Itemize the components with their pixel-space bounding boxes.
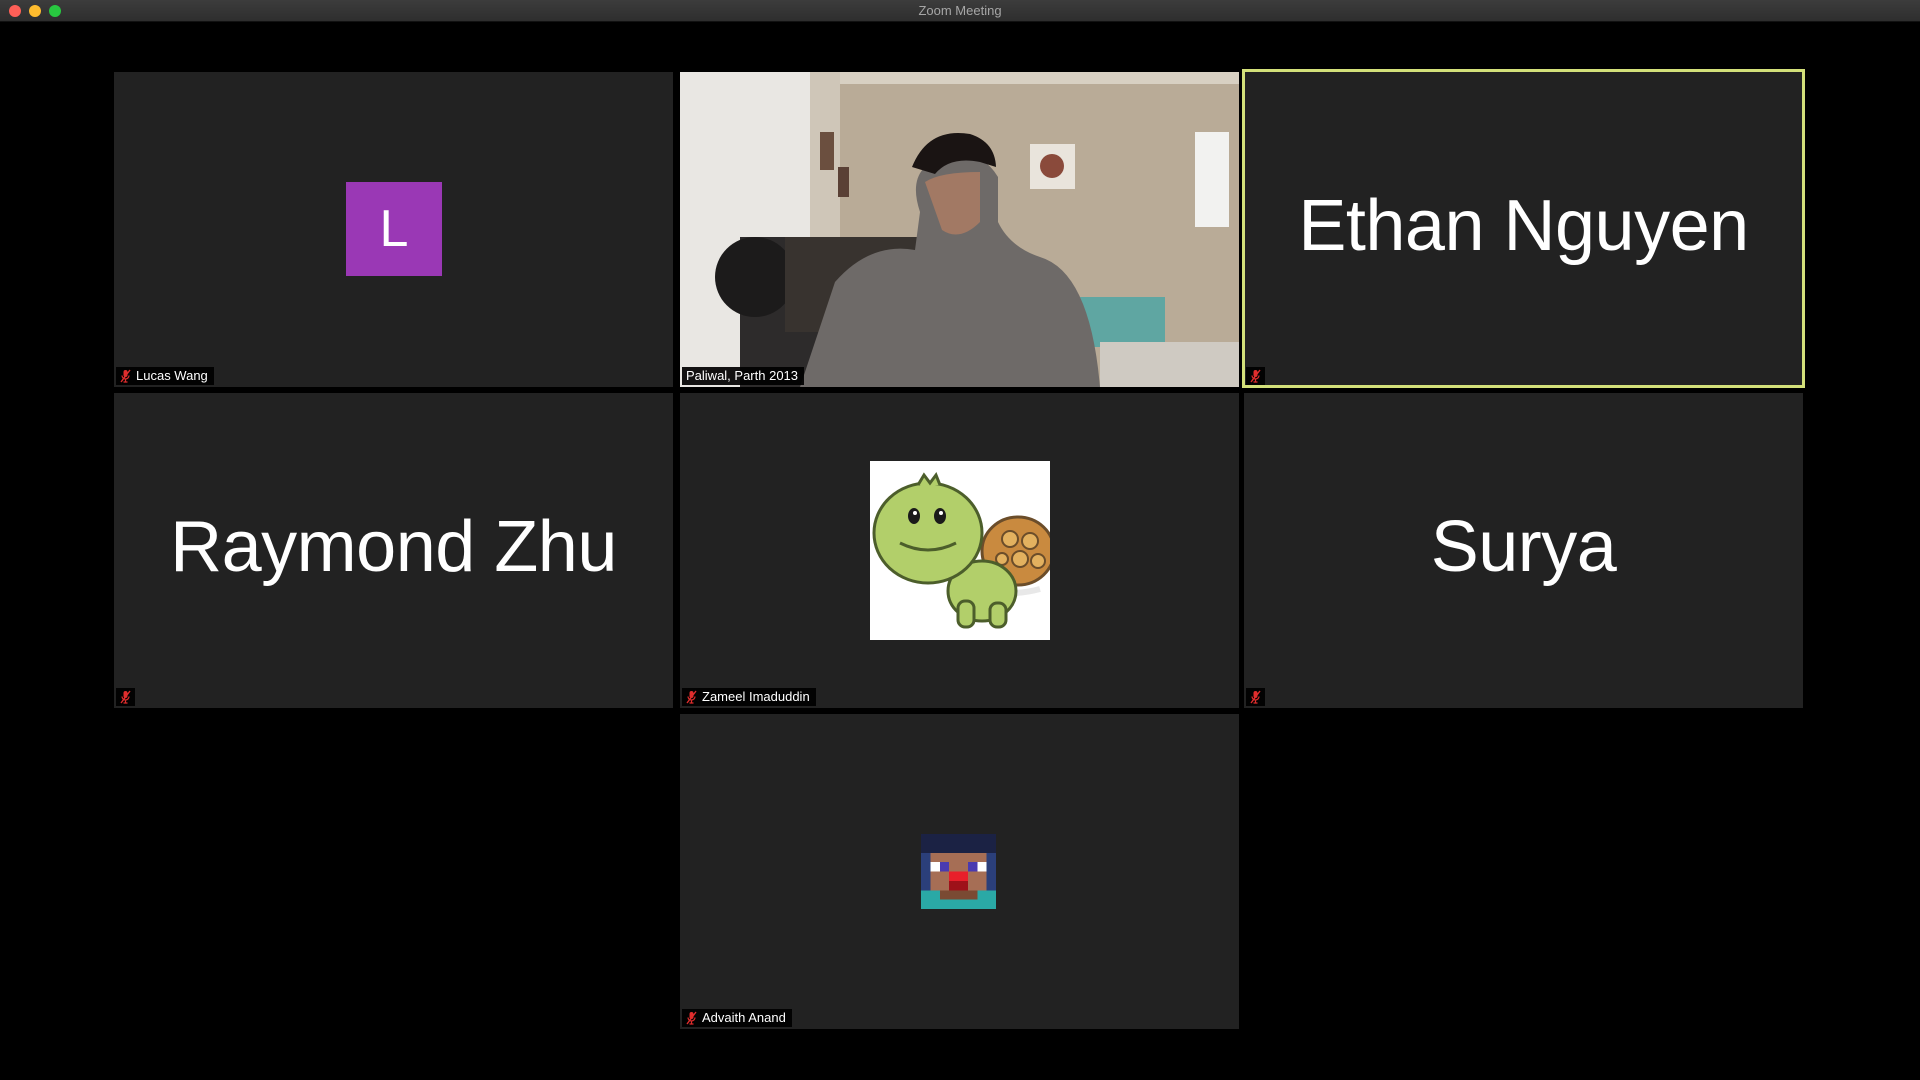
participant-name: Paliwal, Parth 2013 (686, 368, 799, 383)
muted-mic-icon (120, 690, 131, 704)
participant-name: Lucas Wang (136, 368, 208, 383)
muted-mic-icon (686, 1011, 697, 1025)
participant-tile-ethan-nguyen[interactable]: Ethan Nguyen (1244, 72, 1803, 387)
minecraft-head-icon (921, 834, 996, 909)
avatar: L (346, 182, 442, 276)
name-tag: Zameel Imaduddin (682, 688, 816, 706)
participant-display-name: Raymond Zhu (170, 506, 617, 587)
name-tag (1246, 367, 1265, 385)
name-tag (1246, 688, 1265, 706)
profile-picture (921, 834, 996, 909)
window-title: Zoom Meeting (918, 3, 1002, 18)
turtle-icon (872, 471, 1056, 629)
participant-tile-zameel-imaduddin[interactable]: Zameel Imaduddin (680, 393, 1239, 708)
participant-tile-surya[interactable]: Surya (1244, 393, 1803, 708)
name-tag: Advaith Anand (682, 1009, 792, 1027)
participant-tile-raymond-zhu[interactable]: Raymond Zhu (114, 393, 673, 708)
muted-mic-icon (1250, 690, 1261, 704)
name-tag: Paliwal, Parth 2013 (682, 367, 805, 385)
profile-picture (870, 461, 1056, 640)
participant-tile-lucas-wang[interactable]: L Lucas Wang (114, 72, 673, 387)
participant-name: Zameel Imaduddin (702, 689, 810, 704)
muted-mic-icon (120, 369, 131, 383)
participant-tile-advaith-anand[interactable]: Advaith Anand (680, 714, 1239, 1029)
name-tag: Lucas Wang (116, 367, 214, 385)
participant-tile-parth-paliwal[interactable]: Paliwal, Parth 2013 (680, 72, 1239, 387)
muted-mic-icon (1250, 369, 1261, 383)
participant-name: Advaith Anand (702, 1010, 786, 1025)
participant-display-name: Ethan Nguyen (1298, 185, 1749, 266)
muted-mic-icon (686, 690, 697, 704)
participant-display-name: Surya (1430, 506, 1617, 587)
name-tag (116, 688, 135, 706)
title-bar: Zoom Meeting (0, 0, 1920, 22)
participant-video (680, 72, 1239, 387)
